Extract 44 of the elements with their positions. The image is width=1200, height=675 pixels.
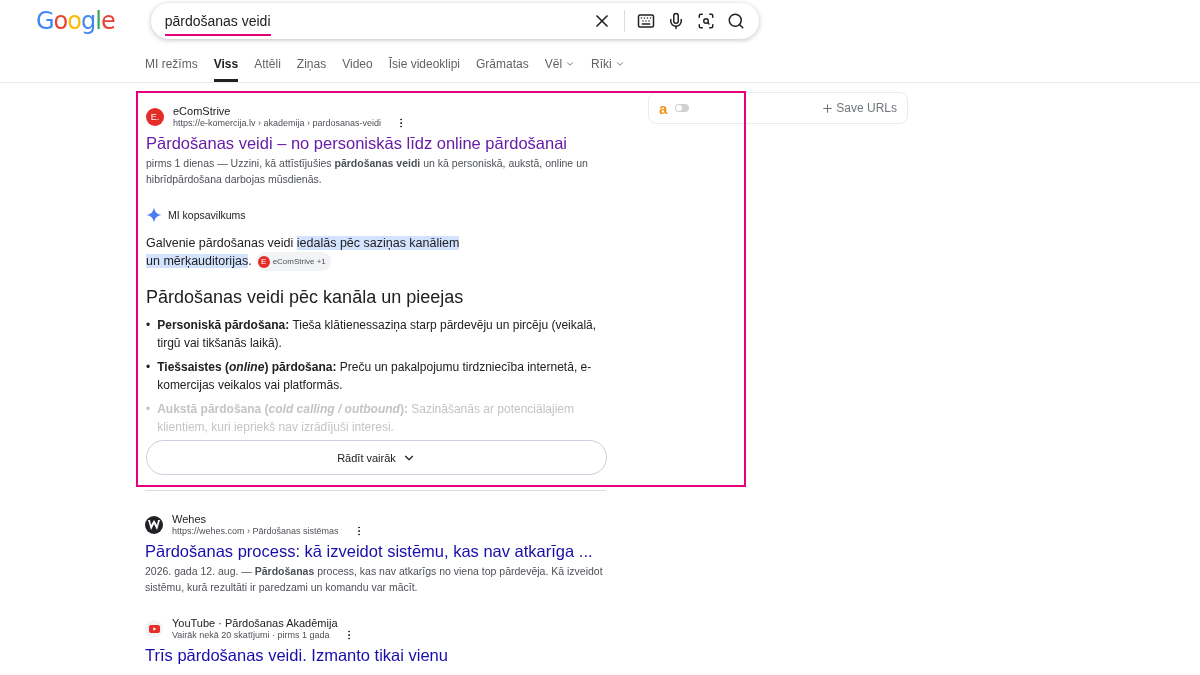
site-name: eComStrive [173,105,232,117]
summary-heading: Pārdošanas veidi pēc kanāla un pieejas [146,287,465,308]
google-logo[interactable]: Google [34,5,117,37]
search-icon[interactable] [726,12,745,30]
w-logo-icon [148,520,160,530]
plus-icon [821,101,835,115]
bullet-text: Personiskā pārdošana: Tieša klātienessaziņa starp pārdevēju un pircēju (veikalā, tirgū vai tikšanās laikā). [157,317,598,352]
result-title-link[interactable]: Trīs pārdošanas veidi. Izmanto tikai vienu [145,645,615,665]
result-title-link[interactable]: Pārdošanas process: kā izveidot sistēmu, kas nav atkarīga ... [145,541,615,561]
show-more-button[interactable]: Rādīt vairāk [146,440,607,475]
bullet-marker: • [146,317,151,334]
search-tab[interactable]: Īsie videoklipi [388,53,461,82]
bullet-text: Aukstā pārdošana (cold calling / outbound): Sazināšanās ar potenciālajiem klientiem, kuri iepriekš nav izrādījuši interesi. [157,401,575,436]
search-tab[interactable]: Rīki [591,53,625,82]
source-chip[interactable]: E eComStrive +1 [255,252,331,271]
ai-overview-label: MI kopsavilkums [168,209,246,221]
save-urls-button[interactable]: Save URLs [821,101,897,115]
site-favicon: E. [146,108,164,126]
source-favicon: E [257,255,270,268]
search-tab[interactable]: Ziņas [296,53,327,82]
search-tab[interactable]: Grāmatas [476,53,529,82]
site-name: Wehes [172,513,208,525]
result-url: Vairāk nekā 20 skatījumi · pirms 1 gada [172,630,330,640]
site-name: YouTube · Pārdošanas Akadēmija [172,617,339,629]
bullet-text: Tiešsaistes (online) pārdošana: Preču un pakalpojumu tirdzniecība internetā, e-komercijas veikalos vai platformās. [157,359,593,394]
search-tab[interactable]: Video [342,53,373,82]
result-snippet: 2026. gada 12. aug. — Pārdošanas process, kas nav atkarīgs no viena top pārdevēja. Kā izveidot sistēmu, kurā rezultāti ir paredzami un komandu var mācīt. [145,564,604,595]
keyboard-icon[interactable] [636,12,655,30]
bullet-marker: • [146,401,151,418]
toggle-switch[interactable] [675,104,690,112]
play-icon [148,625,160,633]
bullet-marker: • [146,359,151,376]
result-url: https://wehes.com › Pārdošanas sistēmas [172,526,339,536]
camera-icon[interactable] [696,12,715,30]
extension-logo: a [659,99,668,117]
sparkle-icon [146,207,162,223]
search-tab[interactable]: Attēli [254,53,281,82]
search-tab[interactable]: Viss [213,53,239,82]
result-title-link[interactable]: Pārdošanas veidi – no personiskās līdz online pārdošanai [146,133,606,153]
search-tab[interactable]: Vēl [544,53,576,82]
search-field[interactable]: pārdošanas veidi [150,3,759,39]
search-tab[interactable]: MI režīms [145,53,198,82]
result-snippet: pirms 1 dienas — Uzzini, kā attīstījušies pārdošanas veidi un kā personiskā, aukstā, online un hibrīdpārdošana darbojas mūsdienās. [146,156,589,187]
result-url: https://e-komercija.lv › akademija › pardosanas-veidi [173,118,382,128]
